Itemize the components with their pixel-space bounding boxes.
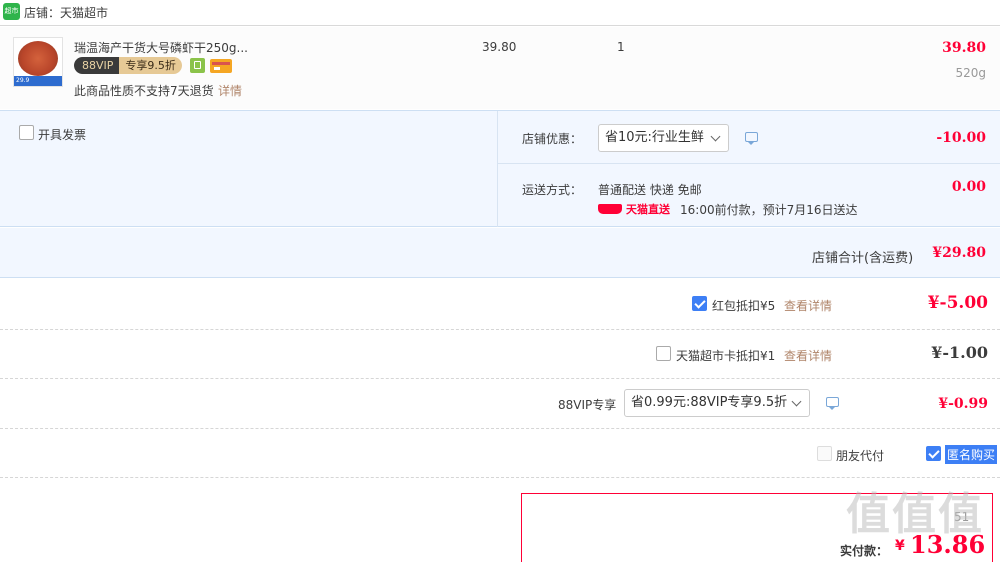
shop-total-label: 店铺合计(含运费) [812,251,914,266]
shipping-label: 运送方式： [522,183,583,197]
divider [0,428,1000,429]
tmall-direct-logo: 天猫直送 [598,201,670,216]
shop-total-amount: ¥29.80 [932,245,986,261]
market-card-detail-link[interactable]: 查看详情 [784,347,832,364]
thumbnail-shrimp-image [18,41,58,76]
shop-name-link[interactable]: 店铺：天猫超市 [24,4,108,21]
card-icon[interactable] [210,59,232,73]
market-card-label: 天猫超市卡抵扣¥1 [676,349,776,363]
panel-divider-vertical [497,111,498,227]
shop-total-row: 店铺合计(含运费) ¥29.80 [0,228,1000,278]
item-quantity: 1 [617,40,625,54]
unit-price: 39.80 [482,40,517,54]
market-card-amount: ¥-1.00 [931,343,988,362]
shop-header: 超市 店铺：天猫超市 [0,0,1000,26]
vip-badge: 88VIP 专享9.5折 [74,57,182,74]
order-options-panel: 开具发票 店铺优惠： 省10元:行业生鲜 -10.00 运送方式： 普通配送 快… [0,110,1000,227]
shop-discount-message-icon[interactable] [745,132,758,145]
vip-badge-label: 88VIP [74,57,120,74]
invoice-checkbox[interactable] [19,125,34,140]
shop-discount-select[interactable]: 省10元:行业生鲜 [598,124,729,152]
vip-label: 88VIP专享 [558,398,617,412]
item-weight: 520g [955,66,986,80]
invoice-label: 开具发票 [38,128,87,142]
service-icon[interactable] [190,58,205,73]
shop-discount-label: 店铺优惠： [522,132,583,146]
divider [0,329,1000,330]
vip-badge-discount: 专享9.5折 [119,57,182,74]
vip-amount: ¥-0.99 [938,396,988,412]
vip-discount-select[interactable]: 省0.99元:88VIP专享9.5折 [624,389,810,417]
panel-divider-horizontal [498,163,1000,164]
watermark-glyph: 值 [892,489,936,540]
product-title-link[interactable]: 瑞温海产干货大号磷虾干250g... [74,39,248,56]
shipping-amount: 0.00 [951,179,986,195]
tmall-cat-icon [598,203,622,214]
vip-message-icon[interactable] [826,397,839,410]
red-packet-label: 红包抵扣¥5 [712,299,776,313]
tmall-direct-label: 天猫直送 [626,202,670,216]
divider [0,378,1000,379]
item-row: 29.9 瑞温海产干货大号磷虾干250g... 88VIP 专享9.5折 此商品… [0,27,1000,109]
return-policy-note: 此商品性质不支持7天退货 [74,84,214,98]
payment-label: 实付款： [840,544,889,558]
tmall-market-logo-icon: 超市 [3,3,20,20]
red-packet-amount: ¥-5.00 [927,293,988,313]
friend-pay-checkbox[interactable] [817,446,832,461]
shipping-method: 普通配送 快递 免邮 [598,183,702,197]
anonymous-checkbox[interactable] [926,446,941,461]
shipping-eta: 16:00前付款，预计7月16日送达 [680,203,858,217]
return-policy-detail-link[interactable]: 详情 [218,82,242,99]
shop-discount-amount: -10.00 [936,130,986,146]
anonymous-label: 匿名购买 [945,445,998,464]
friend-pay-label: 朋友代付 [836,449,885,463]
watermark-glyph: 值 [938,489,982,540]
thumbnail-price-tag: 29.9 [14,76,62,86]
product-thumbnail[interactable]: 29.9 [13,37,63,87]
red-packet-checkbox[interactable] [692,296,707,311]
red-packet-detail-link[interactable]: 查看详情 [784,297,832,314]
watermark-logo: 值 值 值 [846,478,982,542]
item-total: 39.80 [942,40,986,56]
watermark-glyph: 值 [846,489,890,540]
market-card-checkbox[interactable] [656,346,671,361]
